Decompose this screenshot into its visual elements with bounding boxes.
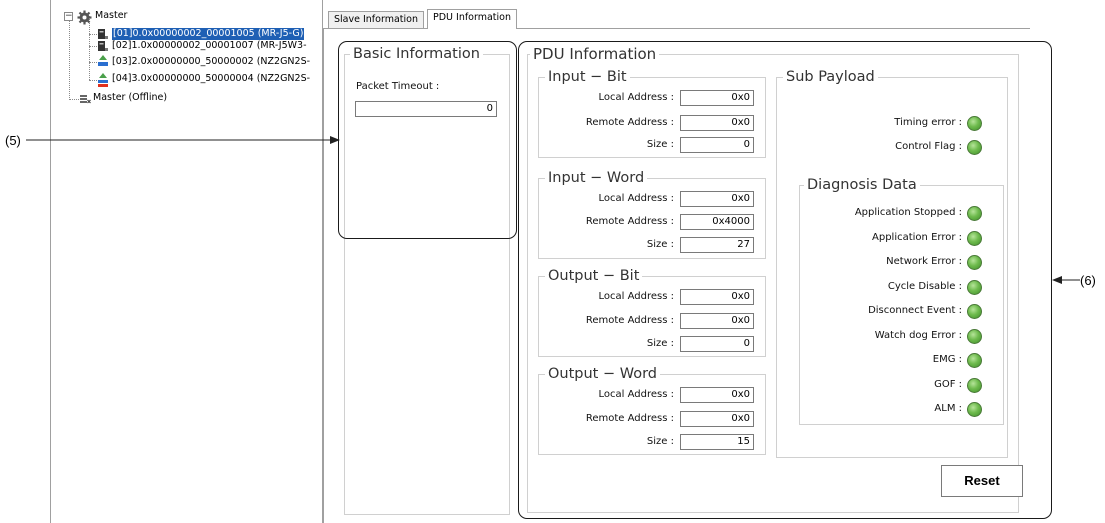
network-module-icon xyxy=(98,73,108,87)
servo-amplifier-icon xyxy=(98,41,108,51)
tree-item-label: Master xyxy=(95,10,128,21)
tree-item-label: [04]3.0x00000000_50000004 (NZ2GN2S- xyxy=(112,73,311,84)
tree-connector xyxy=(89,34,97,35)
tab-pdu-information[interactable]: PDU Information xyxy=(427,9,518,29)
tree-item-label: [03]2.0x00000000_50000002 (NZ2GN2S- xyxy=(112,56,311,67)
tree-item-label: [02]1.0x00000002_00001007 (MR-J5W3- xyxy=(112,40,307,51)
tab-slave-information[interactable]: Slave Information xyxy=(328,11,424,28)
tree-connector xyxy=(89,46,97,47)
tree-item-label: [01]0.0x00000002_00001005 (MR-J5-G) xyxy=(112,28,305,40)
callout-arrow-5-icon xyxy=(26,136,340,144)
offline-master-icon xyxy=(80,95,91,104)
tree-connector xyxy=(89,16,90,80)
servo-amplifier-icon xyxy=(98,29,108,39)
master-gear-icon xyxy=(77,10,92,25)
callout-box-6 xyxy=(518,41,1052,519)
callout-box-5 xyxy=(338,41,517,239)
tree-connector xyxy=(69,14,70,100)
tree-connector xyxy=(89,62,97,63)
tree-connector xyxy=(69,99,79,100)
callout-arrow-6-icon xyxy=(1052,276,1080,284)
callout-label-5: (5) xyxy=(5,133,21,148)
network-module-icon xyxy=(98,55,108,66)
expander-icon[interactable]: − xyxy=(64,12,73,21)
tree-connector xyxy=(89,80,97,81)
project-tree[interactable]: − Master [01]0.0x00000002_00001005 (MR-J… xyxy=(50,0,323,523)
callout-label-6: (6) xyxy=(1080,273,1096,288)
tree-item-label: Master (Offline) xyxy=(93,92,168,103)
